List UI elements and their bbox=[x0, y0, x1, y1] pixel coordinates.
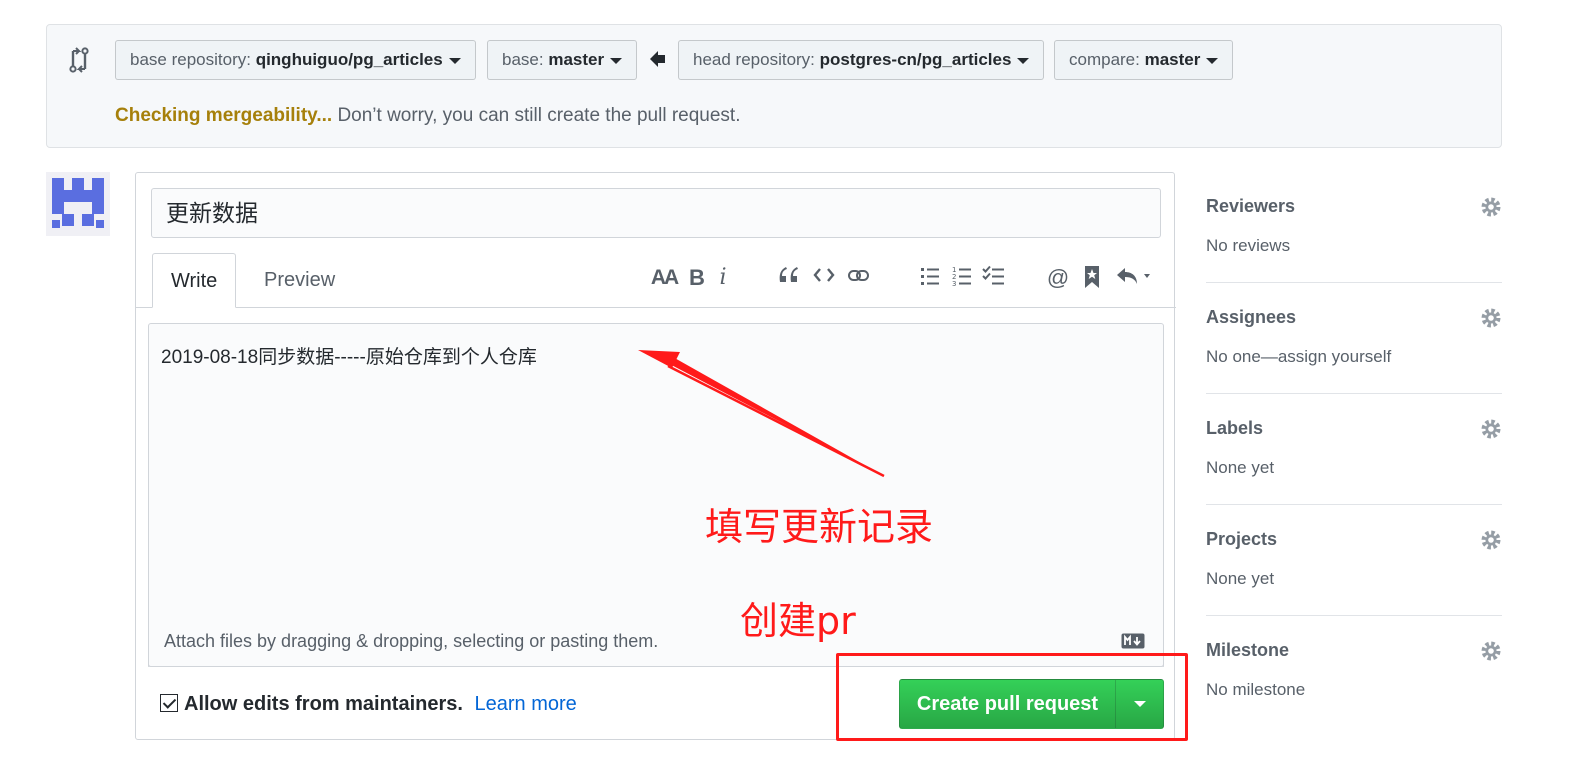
ordered-list-icon: 1 2 3 bbox=[952, 266, 971, 287]
caret-down-icon bbox=[448, 57, 461, 64]
sidebar-heading: Milestone bbox=[1206, 640, 1290, 660]
reply-icon bbox=[1117, 268, 1150, 284]
mergeability-message: Don’t worry, you can still create the pu… bbox=[337, 105, 741, 126]
sidebar-heading: Projects bbox=[1206, 529, 1278, 549]
quote-icon bbox=[779, 267, 798, 282]
sidebar-heading: Reviewers bbox=[1206, 196, 1296, 216]
code-button[interactable] bbox=[812, 265, 836, 291]
sidebar-milestone: Milestone No milestone bbox=[1206, 616, 1502, 727]
sidebar-value[interactable]: No one—assign yourself bbox=[1206, 347, 1391, 367]
comment-body-text: 2019-08-18同步数据-----原始仓库到个人仓库 bbox=[161, 347, 537, 368]
unordered-list-button[interactable] bbox=[918, 265, 942, 291]
comment-body-textarea[interactable]: 2019-08-18同步数据-----原始仓库到个人仓库 bbox=[148, 323, 1164, 667]
allow-edits-label: Allow edits from maintainers. bbox=[184, 693, 463, 715]
sidebar-projects: Projects None yet bbox=[1206, 505, 1502, 616]
sidebar-heading: Labels bbox=[1206, 418, 1264, 438]
sidebar-assignees: Assignees No one—assign yourself bbox=[1206, 283, 1502, 394]
annotation-fill-note: 填写更新记录 bbox=[705, 505, 934, 549]
head-repository-value: postgres-cn/pg_articles bbox=[819, 50, 1012, 69]
bold-button[interactable]: B bbox=[688, 265, 706, 291]
title-input[interactable]: 更新数据 bbox=[151, 188, 1161, 238]
gear-icon[interactable] bbox=[1480, 640, 1502, 662]
bookmark-icon bbox=[1085, 266, 1099, 288]
mergeability-status: Checking mergeability... Don’t worry, yo… bbox=[115, 105, 741, 127]
compare-branch-value: master bbox=[1144, 50, 1201, 69]
avatar[interactable] bbox=[46, 172, 110, 236]
base-branch-label: base: bbox=[502, 50, 544, 69]
gear-icon[interactable] bbox=[1480, 529, 1502, 551]
sidebar-value: No reviews bbox=[1206, 236, 1291, 255]
learn-more-link[interactable]: Learn more bbox=[475, 693, 577, 715]
file-attachment-hint: Attach files by dragging & dropping, sel… bbox=[164, 631, 659, 651]
caret-down-icon bbox=[1017, 57, 1030, 64]
mention-button[interactable]: @ bbox=[1046, 265, 1070, 291]
caret-down-icon bbox=[610, 57, 623, 64]
compare-branch-label: compare: bbox=[1069, 50, 1140, 69]
sidebar-reviewers: Reviewers No reviews bbox=[1206, 172, 1502, 283]
markdown-icon[interactable] bbox=[1121, 633, 1145, 649]
base-repository-select[interactable]: base repository: qinghuiguo/pg_articles bbox=[115, 40, 476, 80]
base-branch-value: master bbox=[548, 50, 605, 69]
code-icon bbox=[813, 268, 835, 282]
git-compare-icon bbox=[69, 47, 89, 73]
task-list-button[interactable] bbox=[981, 265, 1007, 291]
gear-icon[interactable] bbox=[1480, 418, 1502, 440]
compare-branch-select[interactable]: compare: master bbox=[1054, 40, 1234, 80]
gear-icon[interactable] bbox=[1480, 196, 1502, 218]
base-branch-select[interactable]: base: master bbox=[487, 40, 638, 80]
allow-edits-checkbox[interactable] bbox=[160, 694, 178, 712]
allow-edits-option[interactable]: Allow edits from maintainers. Learn more bbox=[160, 693, 577, 716]
sidebar-heading: Assignees bbox=[1206, 307, 1297, 327]
head-repository-select[interactable]: head repository: postgres-cn/pg_articles bbox=[678, 40, 1045, 80]
saved-replies-button[interactable] bbox=[1114, 265, 1156, 291]
base-repository-value: qinghuiguo/pg_articles bbox=[255, 50, 443, 69]
sidebar-value: None yet bbox=[1206, 569, 1275, 588]
gear-icon[interactable] bbox=[1480, 307, 1502, 329]
unordered-list-icon bbox=[921, 268, 939, 285]
reference-button[interactable] bbox=[1082, 265, 1102, 291]
tab-write[interactable]: Write bbox=[152, 253, 237, 308]
italic-button[interactable]: i bbox=[716, 265, 730, 291]
annotation-highlight-box bbox=[836, 653, 1188, 741]
compare-bar: base repository: qinghuiguo/pg_articles … bbox=[46, 24, 1502, 148]
tab-preview[interactable]: Preview bbox=[246, 253, 353, 308]
svg-text:3: 3 bbox=[952, 280, 956, 287]
annotation-create-note: 创建pr bbox=[740, 599, 856, 643]
head-repository-label: head repository: bbox=[693, 50, 815, 69]
caret-down-icon bbox=[1206, 57, 1219, 64]
link-icon bbox=[848, 270, 869, 281]
sidebar-value: No milestone bbox=[1206, 680, 1306, 699]
link-button[interactable] bbox=[846, 265, 872, 291]
identicon bbox=[52, 178, 104, 228]
sidebar-labels: Labels None yet bbox=[1206, 394, 1502, 505]
checking-mergeability: Checking mergeability... bbox=[115, 105, 333, 126]
sidebar-value: None yet bbox=[1206, 458, 1275, 477]
ordered-list-button[interactable]: 1 2 3 bbox=[950, 265, 974, 291]
base-repository-label: base repository: bbox=[130, 50, 251, 69]
text-size-button[interactable]: AA bbox=[650, 265, 679, 291]
task-list-icon bbox=[982, 265, 1004, 285]
arrow-left-icon bbox=[650, 51, 665, 67]
quote-button[interactable] bbox=[776, 265, 800, 291]
